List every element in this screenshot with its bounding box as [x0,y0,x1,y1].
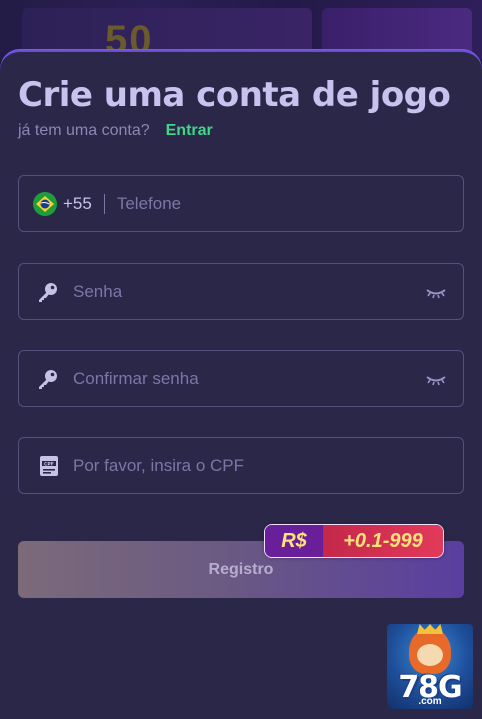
cpf-input[interactable] [73,438,463,493]
dial-code[interactable]: +55 [63,194,92,214]
phone-input[interactable] [116,176,463,231]
bonus-amount: +0.1-999 [323,525,443,557]
phone-field[interactable]: +55 [18,175,464,232]
bonus-badge: R$ +0.1-999 [264,524,444,558]
logo-domain: .com [418,696,442,707]
key-icon [37,281,59,303]
login-link[interactable]: Entrar [166,122,213,140]
divider [103,193,105,214]
cpf-field[interactable]: CPF [18,437,464,494]
login-prompt: já tem uma conta? Entrar [18,122,213,140]
page-title: Crie uma conta de jogo [18,75,451,115]
confirm-password-field[interactable] [18,350,464,407]
eye-closed-icon[interactable] [425,285,447,299]
crown-icon [417,624,443,634]
bonus-currency: R$ [265,525,323,557]
id-card-icon: CPF [39,455,59,477]
svg-text:CPF: CPF [44,461,54,467]
brand-logo: 78G .com [387,624,473,709]
password-input[interactable] [73,264,425,319]
key-icon [37,368,59,390]
password-field[interactable] [18,263,464,320]
login-prompt-text: já tem uma conta? [18,122,150,139]
confirm-password-input[interactable] [73,351,425,406]
brazil-flag-icon [33,191,57,216]
mascot-face [417,644,443,666]
eye-closed-icon[interactable] [425,372,447,386]
